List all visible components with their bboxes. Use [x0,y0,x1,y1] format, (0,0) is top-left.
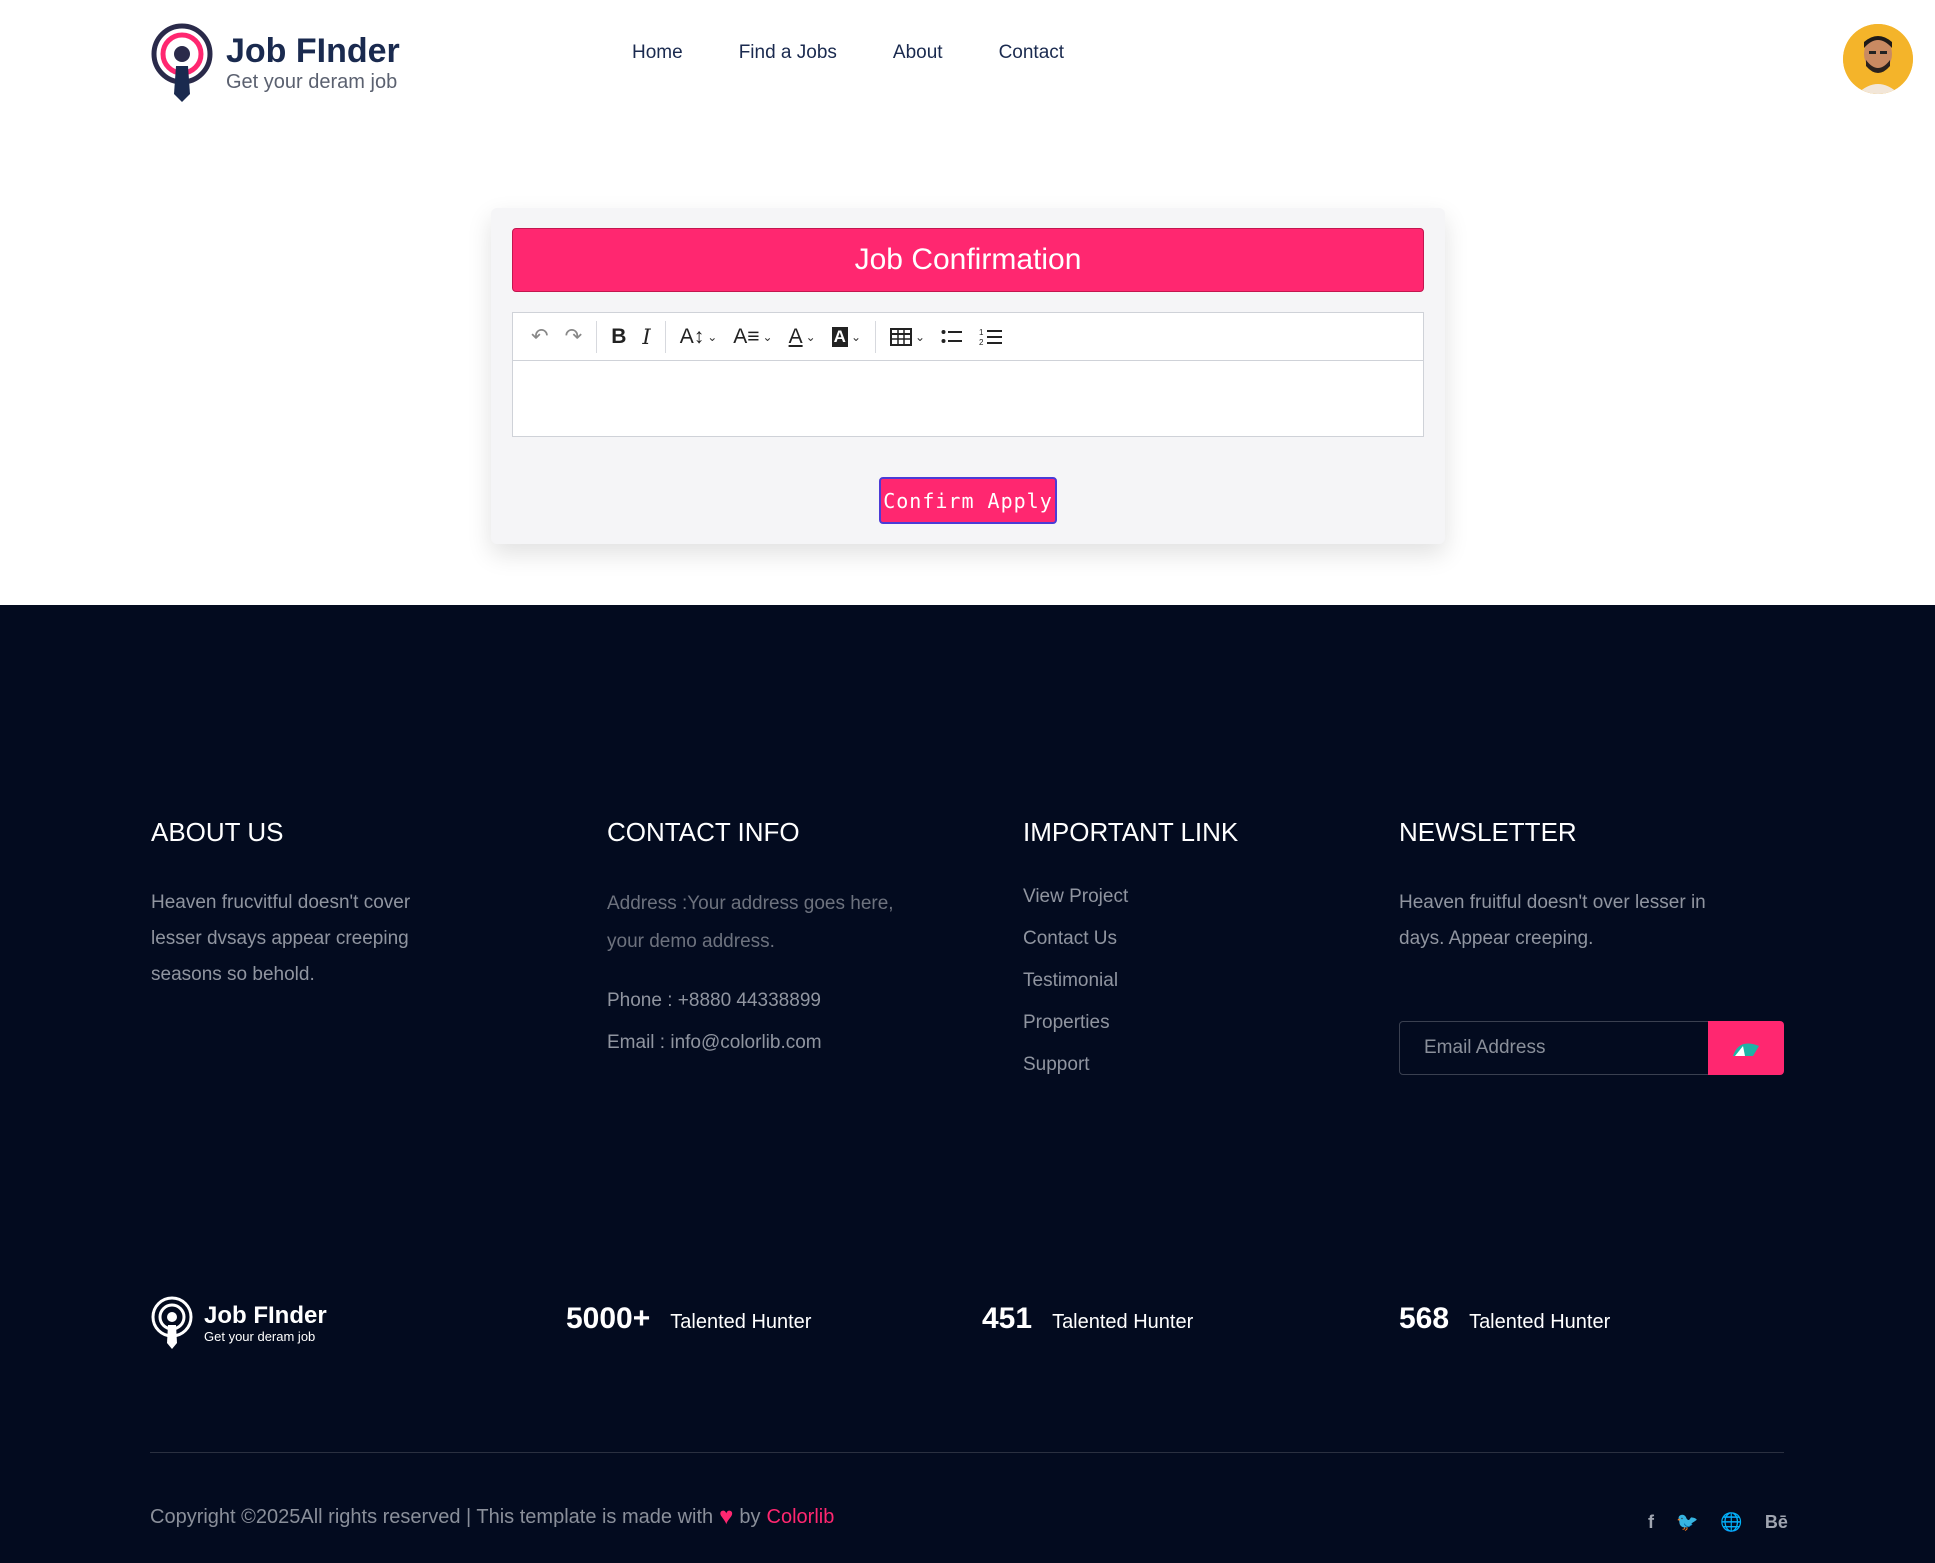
stat-label: Talented Hunter [670,1311,812,1333]
numbered-list-icon: 12 [979,328,1003,347]
newsletter-line: Heaven fruitful doesn't over lesser in [1399,892,1706,913]
nav-find-jobs[interactable]: Find a Jobs [739,42,837,64]
newsletter-text: Heaven fruitful doesn't over lesser in d… [1399,885,1706,957]
editor-body[interactable] [513,361,1423,436]
footer-divider [150,1452,1784,1453]
important-links: View Project Contact Us Testimonial Prop… [1023,883,1128,1093]
toolbar-separator [664,320,666,353]
address-line: Address :Your address goes here, [607,893,894,914]
copyright: Copyright ©2025All rights reserved | Thi… [150,1503,834,1531]
job-confirmation-card: Job Confirmation ↶ ↷ B I A↕ ⌄ A≡ ⌄ A ⌄ A ⌄ ⌄… [491,208,1445,544]
about-title: ABOUT US [151,817,284,847]
address-line: your demo address. [607,931,775,952]
site-header: Job FInder Get your deram job Home Find … [0,0,1935,110]
stat-item: 568 Talented Hunter [1399,1302,1610,1336]
avatar-face-icon [1843,24,1913,94]
stat-label: Talented Hunter [1052,1311,1194,1333]
bullet-list-button[interactable] [935,321,969,353]
stat-label: Talented Hunter [1469,1311,1611,1333]
stat-number: 568 [1399,1302,1450,1335]
globe-icon[interactable]: 🌐 [1720,1512,1742,1533]
font-color-button[interactable]: A ⌄ [783,321,822,353]
chevron-down-icon: ⌄ [707,329,718,344]
colorlib-link[interactable]: Colorlib [767,1506,835,1529]
chevron-down-icon: ⌄ [805,329,816,344]
editor-toolbar: ↶ ↷ B I A↕ ⌄ A≡ ⌄ A ⌄ A ⌄ ⌄ 12 [513,313,1423,361]
chevron-down-icon: ⌄ [762,329,773,344]
about-line: lesser dvsays appear creeping [151,928,409,949]
twitter-icon[interactable]: 🐦 [1676,1512,1698,1533]
link-contact-us[interactable]: Contact Us [1023,925,1128,967]
contact-title: CONTACT INFO [607,817,800,847]
svg-text:2: 2 [979,338,984,347]
toolbar-separator [875,320,877,353]
italic-button[interactable]: I [636,321,656,353]
link-view-project[interactable]: View Project [1023,883,1128,925]
logo-title: Job FInder [226,32,400,70]
site-footer: ABOUT US Heaven frucvitful doesn't cover… [0,605,1935,1563]
nav-home[interactable]: Home [632,42,683,64]
newsletter-submit-button[interactable] [1708,1021,1784,1075]
stat-item: 5000+ Talented Hunter [566,1302,811,1336]
logo[interactable]: Job FInder Get your deram job [150,22,400,104]
facebook-icon[interactable]: f [1648,1512,1654,1533]
logo-icon [151,23,213,102]
toolbar-separator [596,320,598,353]
link-properties[interactable]: Properties [1023,1009,1128,1051]
contact-details: Phone : +8880 44338899 Email : info@colo… [607,980,822,1064]
copyright-by: by [739,1505,761,1528]
redo-icon[interactable]: ↷ [559,321,589,353]
newsletter-line: days. Appear creeping. [1399,928,1594,949]
about-text: Heaven frucvitful doesn't cover lesser d… [151,885,410,993]
font-family-button[interactable]: A≡ ⌄ [727,321,778,353]
stat-number: 5000+ [566,1302,651,1335]
table-icon [890,327,913,346]
font-family-icon: A≡ [733,324,760,348]
table-button[interactable]: ⌄ [884,321,931,353]
bold-button[interactable]: B [605,321,632,353]
nav-about[interactable]: About [893,42,943,64]
social-links: f 🐦 🌐 Bē [1648,1512,1788,1533]
font-size-icon: A↕ [679,324,705,348]
contact-address: Address :Your address goes here, your de… [607,885,894,961]
rich-text-editor: ↶ ↷ B I A↕ ⌄ A≡ ⌄ A ⌄ A ⌄ ⌄ 12 [512,312,1424,437]
user-avatar[interactable] [1843,24,1913,94]
link-support[interactable]: Support [1023,1051,1128,1093]
footer-logo-icon [151,1296,193,1349]
footer-logo-title: Job FInder [204,1301,327,1329]
svg-text:1: 1 [979,328,984,337]
confirm-apply-button[interactable]: Confirm Apply [879,477,1057,524]
footer-logo-subtitle: Get your deram job [204,1328,316,1344]
footer-logo[interactable]: Job FInder Get your deram job [150,1295,327,1351]
undo-icon[interactable]: ↶ [525,321,555,353]
chevron-down-icon: ⌄ [915,329,926,344]
background-color-button[interactable]: A ⌄ [826,321,867,353]
link-testimonial[interactable]: Testimonial [1023,967,1128,1009]
behance-icon[interactable]: Bē [1765,1512,1788,1533]
contact-email[interactable]: Email : info@colorlib.com [607,1022,822,1064]
numbered-list-button[interactable]: 12 [973,321,1009,353]
main-nav: Home Find a Jobs About Contact [632,42,1064,64]
nav-contact[interactable]: Contact [999,42,1064,64]
logo-subtitle: Get your deram job [226,71,398,93]
background-color-icon: A [831,326,848,347]
about-line: Heaven frucvitful doesn't cover [151,892,411,913]
newsletter-email-input[interactable]: Email Address [1399,1021,1709,1075]
chevron-down-icon: ⌄ [850,329,862,344]
heart-icon: ♥ [719,1503,734,1530]
bullet-list-icon [941,329,963,343]
stat-number: 451 [982,1302,1033,1335]
links-title: IMPORTANT LINK [1023,817,1239,847]
stat-item: 451 Talented Hunter [982,1302,1193,1336]
card-title: Job Confirmation [512,228,1424,292]
send-icon [1733,1043,1759,1056]
copyright-text: Copyright ©2025All rights reserved | Thi… [150,1505,714,1528]
about-line: seasons so behold. [151,964,315,985]
font-size-button[interactable]: A↕ ⌄ [674,321,724,353]
newsletter-title: NEWSLETTER [1399,817,1577,847]
contact-phone: Phone : +8880 44338899 [607,990,821,1011]
font-color-icon: A [788,324,803,348]
